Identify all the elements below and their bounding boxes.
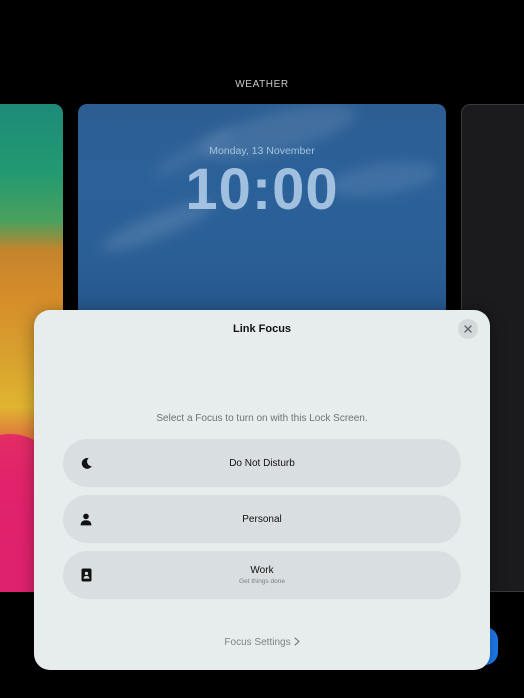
focus-option-do-not-disturb[interactable]: Do Not Disturb: [63, 439, 461, 487]
wallpaper-collection-label: WEATHER: [235, 79, 289, 90]
chevron-right-icon: [293, 637, 300, 649]
focus-option-work[interactable]: Work Get things done: [63, 551, 461, 599]
sheet-subtitle: Select a Focus to turn on with this Lock…: [156, 413, 368, 424]
lock-screen-gallery: WEATHER Monday, 13 November 10:00 Link F…: [0, 0, 524, 698]
lock-screen-time: 10:00: [185, 157, 339, 222]
focus-option-label: Personal: [242, 513, 282, 525]
focus-settings-link[interactable]: Focus Settings: [34, 637, 490, 649]
focus-option-personal[interactable]: Personal: [63, 495, 461, 543]
focus-option-label: Do Not Disturb: [229, 457, 295, 469]
focus-settings-label: Focus Settings: [224, 637, 291, 648]
focus-option-label: Work: [250, 565, 274, 576]
xmark-icon: [464, 325, 472, 333]
wallpaper-card-weather[interactable]: Monday, 13 November 10:00: [78, 104, 446, 324]
focus-option-sublabel: Get things done: [239, 578, 285, 585]
link-focus-sheet: Link Focus Select a Focus to turn on wit…: [34, 310, 490, 670]
sheet-title: Link Focus: [232, 323, 292, 335]
close-button[interactable]: [458, 319, 478, 339]
